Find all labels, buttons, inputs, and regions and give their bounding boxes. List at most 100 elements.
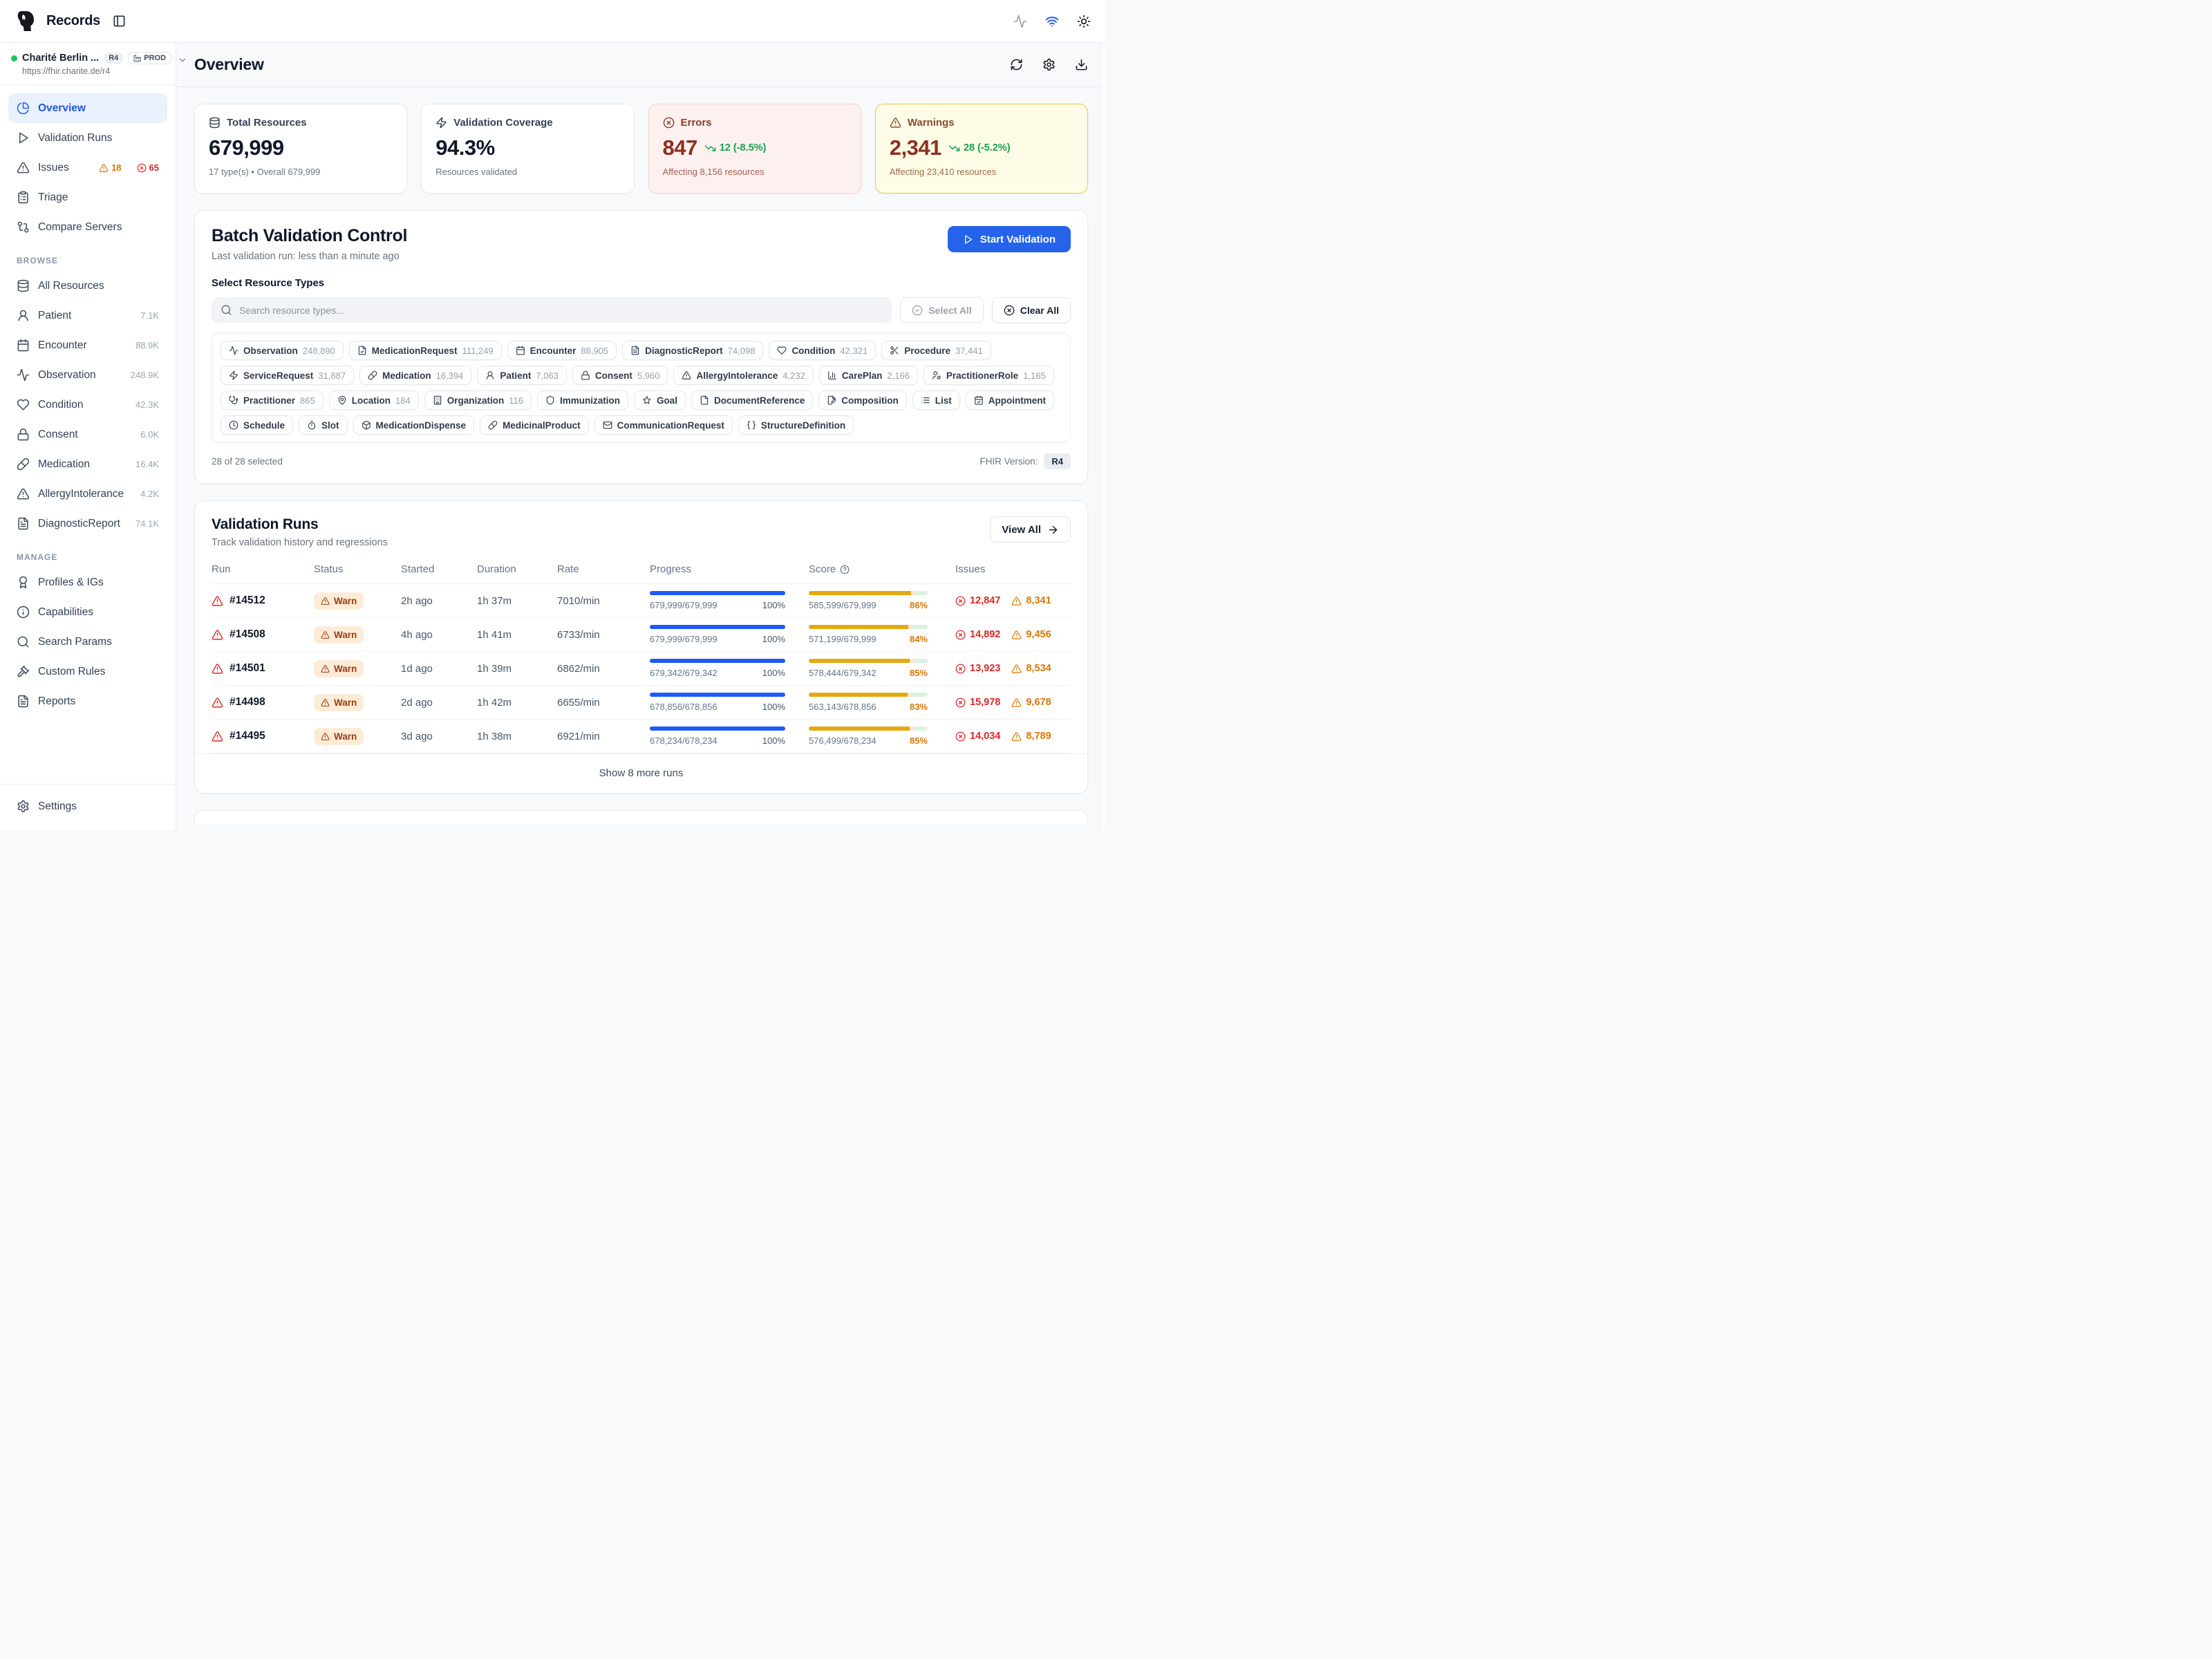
panel-toggle-icon[interactable] (113, 15, 126, 28)
chip-location[interactable]: Location184 (329, 391, 419, 410)
chip-careplan[interactable]: CarePlan2,166 (819, 366, 918, 385)
nav-label: Profiles & IGs (38, 577, 104, 589)
sidebar-item-reports[interactable]: Reports (8, 686, 167, 716)
theme-toggle-sun-icon[interactable] (1077, 15, 1091, 28)
chip-documentreference[interactable]: DocumentReference (691, 391, 813, 410)
chip-servicerequest[interactable]: ServiceRequest31,887 (221, 366, 354, 385)
sidebar-item-overview[interactable]: Overview (8, 93, 167, 123)
chip-structuredefinition[interactable]: StructureDefinition (738, 415, 854, 435)
errors-value: 847 (663, 135, 697, 160)
sidebar-item-capabilities[interactable]: Capabilities (8, 597, 167, 627)
score-pct: 85% (910, 668, 928, 678)
sidebar-item-diagnosticreport[interactable]: DiagnosticReport74.1K (8, 509, 167, 538)
start-validation-button[interactable]: Start Validation (948, 226, 1071, 252)
sidebar-item-medication[interactable]: Medication16.4K (8, 449, 167, 479)
score-cell: 563,143/678,85683% (809, 693, 928, 712)
chip-communicationrequest[interactable]: CommunicationRequest (594, 415, 733, 435)
sidebar-item-condition[interactable]: Condition42.3K (8, 390, 167, 420)
chip-patient[interactable]: Patient 7,063 (477, 366, 567, 385)
sidebar-item-observation[interactable]: Observation248.9K (8, 360, 167, 390)
chip-encounter[interactable]: Encounter88,905 (507, 341, 617, 360)
chip-list[interactable]: List (912, 391, 960, 410)
sidebar-item-profiles-igs[interactable]: Profiles & IGs (8, 568, 167, 597)
sidebar-item-consent[interactable]: Consent6.0K (8, 420, 167, 449)
download-icon[interactable] (1075, 58, 1088, 71)
chip-slot[interactable]: Slot (299, 415, 348, 435)
chip-allergyintolerance[interactable]: AllergyIntolerance4,232 (673, 366, 813, 385)
sidebar-item-issues[interactable]: Issues1865 (8, 153, 167, 182)
chip-procedure[interactable]: Procedure37,441 (881, 341, 991, 360)
sidebar-item-validation-runs[interactable]: Validation Runs (8, 123, 167, 153)
server-selector[interactable]: Charité Berlin ... R4 PROD https://fhir.… (0, 43, 176, 85)
total-resources-sub: 17 type(s) • Overall 679,999 (209, 167, 393, 177)
topbar-right (1013, 15, 1091, 28)
chip-medicationdispense[interactable]: MedicationDispense (353, 415, 475, 435)
activity-status-icon[interactable] (1013, 15, 1027, 28)
sidebar-item-compare-servers[interactable]: Compare Servers (8, 212, 167, 242)
resource-search-box[interactable] (212, 297, 892, 323)
sidebar-item-search-params[interactable]: Search Params (8, 627, 167, 657)
clear-all-button[interactable]: Clear All (992, 297, 1071, 323)
chip-goal[interactable]: Goal (634, 391, 686, 410)
sidebar-item-settings[interactable]: Settings (8, 791, 167, 821)
chip-count: 4,232 (782, 371, 805, 381)
award-icon (17, 576, 30, 589)
table-row[interactable]: #14512Warn2h ago1h 37m7010/min679,999/67… (212, 584, 1071, 618)
chip-medicinalproduct[interactable]: MedicinalProduct (480, 415, 589, 435)
chip-practitionerrole[interactable]: PractitionerRole1,165 (924, 366, 1054, 385)
table-row[interactable]: #14501Warn1d ago1h 39m6862/min679,342/67… (212, 652, 1071, 686)
chip-condition[interactable]: Condition42,321 (769, 341, 876, 360)
chip-practitioner[interactable]: Practitioner865 (221, 391, 324, 410)
lock-icon (581, 371, 590, 380)
chip-composition[interactable]: Composition (818, 391, 907, 410)
sidebar-item-encounter[interactable]: Encounter88.9K (8, 330, 167, 360)
sidebar-item-custom-rules[interactable]: Custom Rules (8, 657, 167, 686)
user-icon (485, 371, 495, 380)
show-more-runs-button[interactable]: Show 8 more runs (195, 753, 1087, 793)
select-all-button[interactable]: Select All (900, 297, 984, 323)
sidebar-item-triage[interactable]: Triage (8, 182, 167, 212)
chip-label: Patient (500, 371, 531, 381)
refresh-icon[interactable] (1010, 58, 1023, 71)
sidebar-item-allergyintolerance[interactable]: AllergyIntolerance4.2K (8, 479, 167, 509)
view-all-button[interactable]: View All (990, 516, 1071, 543)
server-name: Charité Berlin ... (22, 53, 99, 64)
chip-label: Immunization (560, 395, 620, 406)
chip-appointment[interactable]: Appointment (966, 391, 1054, 410)
rate-cell: 6655/min (557, 697, 650, 709)
trending-down-icon (948, 142, 960, 154)
alert-triangle-icon (212, 595, 223, 607)
shield-icon (545, 395, 555, 405)
user-cog-icon (932, 371, 941, 380)
chip-label: StructureDefinition (761, 420, 845, 431)
chip-count: 248,890 (303, 346, 335, 356)
chip-count: 7,063 (536, 371, 559, 381)
chip-count: 74,098 (728, 346, 756, 356)
chip-medication[interactable]: Medication16,394 (359, 366, 471, 385)
chip-organization[interactable]: Organization116 (424, 391, 532, 410)
scissors-icon (890, 346, 899, 355)
chip-medicationrequest[interactable]: MedicationRequest111,249 (349, 341, 502, 360)
nav-label: Observation (38, 369, 96, 382)
wifi-icon[interactable] (1045, 15, 1059, 28)
chip-schedule[interactable]: Schedule (221, 415, 293, 435)
alert-triangle-icon (682, 371, 691, 380)
table-row[interactable]: #14495Warn3d ago1h 38m6921/min678,234/67… (212, 720, 1071, 753)
zap-icon (229, 371, 238, 380)
sidebar-item-all-resources[interactable]: All Resources (8, 271, 167, 301)
table-row[interactable]: #14508Warn4h ago1h 41m6733/min679,999/67… (212, 618, 1071, 652)
settings-gear-icon[interactable] (1042, 58, 1056, 71)
pill-icon (488, 420, 498, 430)
table-row[interactable]: #14498Warn2d ago1h 42m6655/min678,856/67… (212, 686, 1071, 720)
status-cell: Warn (314, 694, 401, 711)
chip-diagnosticreport[interactable]: DiagnosticReport74,098 (622, 341, 763, 360)
scrollbar-track[interactable] (1100, 43, 1106, 830)
status-badge: Warn (314, 728, 364, 745)
file-text-icon (17, 517, 30, 530)
package-icon (362, 420, 371, 430)
sidebar-item-patient[interactable]: Patient7.1K (8, 301, 167, 330)
chip-observation[interactable]: Observation248,890 (221, 341, 344, 360)
chip-immunization[interactable]: Immunization (537, 391, 628, 410)
chip-consent[interactable]: Consent5,960 (572, 366, 668, 385)
resource-search-input[interactable] (239, 305, 883, 316)
